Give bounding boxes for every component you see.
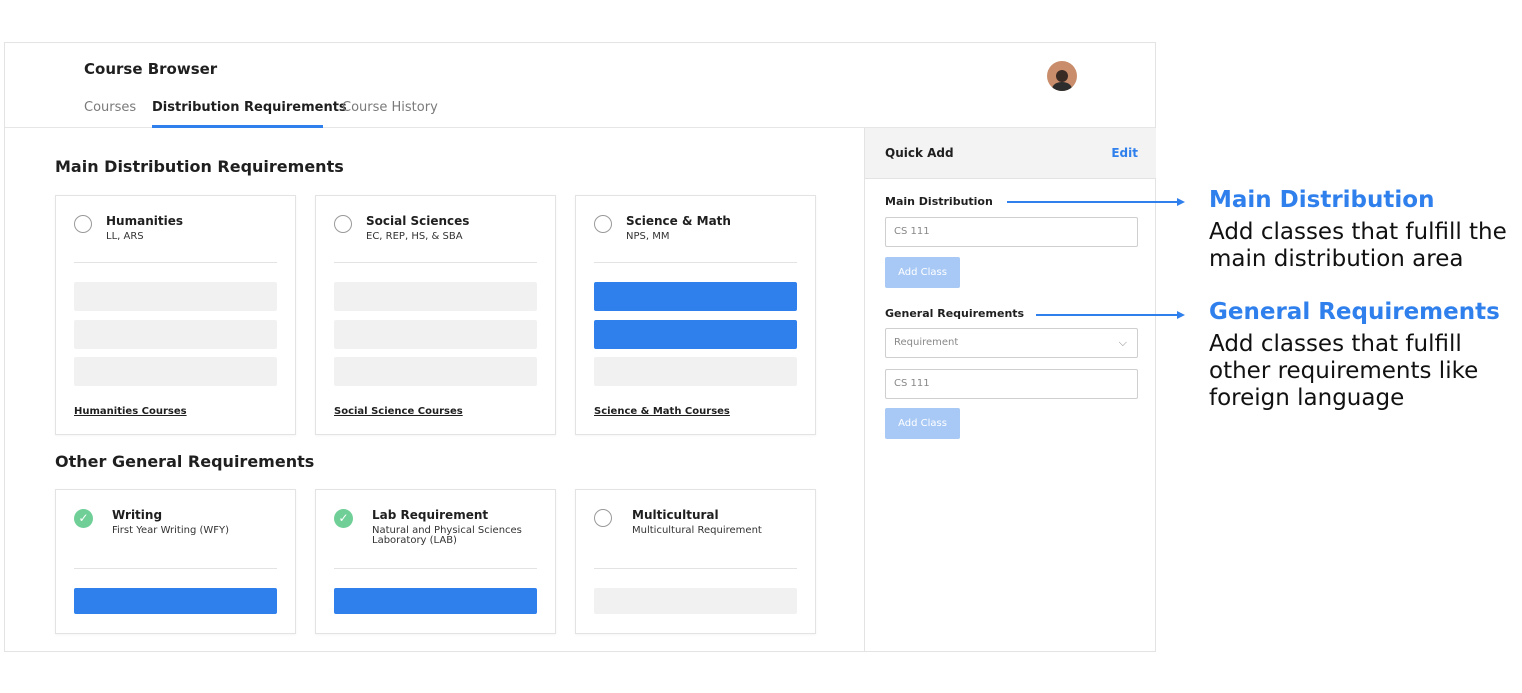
course-slot-filled[interactable]	[594, 320, 797, 349]
active-tab-indicator	[152, 125, 323, 128]
quick-add-header: Quick Add Edit	[865, 128, 1156, 179]
general-course-input[interactable]: CS 111	[885, 369, 1138, 399]
card-lab-requirement: ✓ Lab Requirement Natural and Physical S…	[315, 489, 556, 634]
checkmark-icon: ✓	[334, 509, 353, 528]
app-title: Course Browser	[84, 60, 218, 78]
card-multicultural: Multicultural Multicultural Requirement	[575, 489, 816, 634]
card-title: Humanities	[106, 214, 183, 228]
divider	[594, 262, 797, 263]
tab-courses[interactable]: Courses	[84, 100, 136, 115]
course-slot	[74, 357, 277, 386]
course-slot	[594, 588, 797, 614]
quick-add-title: Quick Add	[885, 146, 954, 160]
annotation-arrow-line	[1036, 314, 1178, 316]
checkmark-icon: ✓	[74, 509, 93, 528]
annotation-general-body: Add classes that fulfill other requireme…	[1209, 331, 1479, 411]
social-science-courses-link[interactable]: Social Science Courses	[334, 406, 463, 417]
card-science-math: Science & Math NPS, MM Science & Math Co…	[575, 195, 816, 435]
chevron-down-icon: ⌵	[1118, 336, 1127, 349]
course-slot	[334, 320, 537, 349]
requirement-select[interactable]: Requirement ⌵	[885, 328, 1138, 358]
app-window: Course Browser Courses Distribution Requ…	[4, 42, 1156, 652]
card-title: Science & Math	[626, 214, 731, 228]
radio-icon[interactable]	[74, 215, 92, 233]
card-subtitle: First Year Writing (WFY)	[112, 525, 230, 536]
radio-icon[interactable]	[594, 215, 612, 233]
annotation-arrow-line	[1007, 201, 1178, 203]
radio-icon[interactable]	[334, 215, 352, 233]
edit-link[interactable]: Edit	[1111, 146, 1138, 160]
divider	[74, 262, 277, 263]
card-subtitle: Natural and Physical Sciences Laboratory…	[372, 525, 522, 546]
add-class-button-general[interactable]: Add Class	[885, 408, 960, 439]
card-subtitle: EC, REP, HS, & SBA	[366, 231, 463, 242]
course-slot	[594, 357, 797, 386]
course-slot	[334, 357, 537, 386]
arrow-right-icon	[1177, 311, 1185, 319]
card-subtitle: LL, ARS	[106, 231, 144, 242]
quick-add-panel: Quick Add Edit Main Distribution CS 111 …	[864, 128, 1156, 651]
arrow-right-icon	[1177, 198, 1185, 206]
science-math-courses-link[interactable]: Science & Math Courses	[594, 406, 730, 417]
main-section-title: Main Distribution Requirements	[55, 157, 344, 176]
requirement-select-value: Requirement	[894, 337, 959, 348]
humanities-courses-link[interactable]: Humanities Courses	[74, 406, 187, 417]
course-slot-filled[interactable]	[74, 588, 277, 614]
annotation-main-body: Add classes that fulfill the main distri…	[1209, 219, 1507, 272]
divider	[594, 568, 797, 569]
card-title: Multicultural	[632, 508, 719, 522]
annotation-main-title: Main Distribution	[1209, 187, 1435, 213]
main-course-input[interactable]: CS 111	[885, 217, 1138, 247]
course-slot	[334, 282, 537, 311]
divider	[334, 262, 537, 263]
card-humanities: Humanities LL, ARS Humanities Courses	[55, 195, 296, 435]
annotation-general-title: General Requirements	[1209, 299, 1500, 325]
course-slot	[74, 320, 277, 349]
card-title: Lab Requirement	[372, 508, 489, 522]
add-class-button-main[interactable]: Add Class	[885, 257, 960, 288]
course-slot-filled[interactable]	[594, 282, 797, 311]
tab-distribution-requirements[interactable]: Distribution Requirements	[152, 100, 347, 115]
card-social-sciences: Social Sciences EC, REP, HS, & SBA Socia…	[315, 195, 556, 435]
divider	[74, 568, 277, 569]
header: Course Browser Courses Distribution Requ…	[5, 43, 1155, 128]
card-title: Writing	[112, 508, 163, 522]
card-writing: ✓ Writing First Year Writing (WFY)	[55, 489, 296, 634]
divider	[334, 568, 537, 569]
card-subtitle: Multicultural Requirement	[632, 525, 762, 536]
radio-icon[interactable]	[594, 509, 612, 527]
card-title: Social Sciences	[366, 214, 470, 228]
main-distribution-label: Main Distribution	[885, 195, 993, 208]
course-slot-filled[interactable]	[334, 588, 537, 614]
avatar[interactable]	[1047, 61, 1077, 91]
card-subtitle: NPS, MM	[626, 231, 670, 242]
course-slot	[74, 282, 277, 311]
tab-course-history[interactable]: Course History	[342, 100, 438, 115]
other-section-title: Other General Requirements	[55, 452, 315, 471]
general-requirements-label: General Requirements	[885, 307, 1025, 320]
